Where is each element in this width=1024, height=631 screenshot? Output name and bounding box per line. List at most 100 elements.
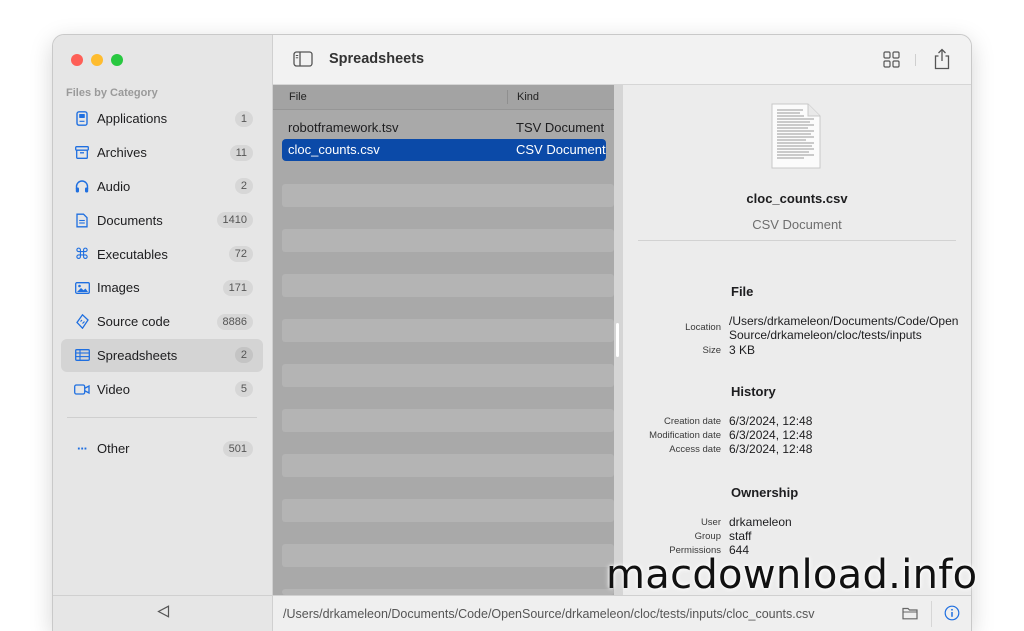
toolbar-separator: [915, 54, 916, 66]
count-badge: 171: [222, 279, 253, 296]
empty-row-stripe: [282, 229, 614, 252]
empty-row-stripe: [282, 184, 614, 207]
count-badge: 1410: [216, 212, 253, 229]
sidebar-item-label: Applications: [97, 111, 168, 127]
count-badge: 5: [234, 381, 253, 398]
location-value: /Users/drkameleon/Documents/Code/OpenSou…: [729, 314, 959, 342]
empty-row-stripe: [282, 544, 614, 567]
access-value: 6/3/2024, 12:48: [729, 442, 813, 456]
empty-row-stripe: [282, 274, 614, 297]
section-title-file: File: [731, 284, 754, 299]
sidebar-item-label: Video: [97, 381, 131, 397]
sidebar-item-audio[interactable]: Audio 2: [61, 170, 263, 204]
file-kind-cell: TSV Document: [516, 119, 605, 135]
sidebar-section-header: Files by Category: [66, 87, 158, 99]
file-name-cell: cloc_counts.csv: [288, 142, 380, 158]
creation-label: Creation date: [663, 416, 721, 427]
location-label: Location: [685, 322, 721, 333]
source-code-icon: [74, 314, 90, 330]
creation-value: 6/3/2024, 12:48: [729, 414, 813, 428]
file-rows: robotframework.tsv TSV Document cloc_cou…: [273, 110, 614, 161]
modification-value: 6/3/2024, 12:48: [729, 428, 813, 442]
file-name-title: cloc_counts.csv: [746, 191, 848, 206]
grid-view-icon[interactable]: [883, 51, 900, 68]
sidebar-item-label: Other: [97, 441, 130, 457]
sidebar-item-label: Executables: [97, 246, 168, 262]
empty-row-stripe: [282, 319, 614, 342]
sidebar-item-spreadsheets[interactable]: Spreadsheets 2: [61, 338, 263, 373]
page-title: Spreadsheets: [329, 51, 425, 67]
count-badge: 2: [234, 178, 253, 195]
user-row: User drkameleon: [623, 515, 971, 529]
group-label: Group: [694, 531, 721, 542]
table-row-selected[interactable]: cloc_counts.csv CSV Document: [282, 138, 606, 161]
empty-row-stripe: [282, 499, 614, 522]
sidebar-divider: [67, 417, 257, 418]
sidebar-item-label: Images: [97, 280, 140, 296]
inspector-divider: [638, 240, 956, 241]
sidebar-item-video[interactable]: Video 5: [61, 372, 263, 406]
category-list: Applications 1 Archives 11 Audio 2 Docum…: [61, 102, 263, 406]
count-badge: 8886: [216, 313, 253, 330]
sidebar-item-images[interactable]: Images 171: [61, 271, 263, 305]
modification-label: Modification date: [649, 430, 721, 441]
count-badge: 501: [222, 440, 253, 457]
file-path: /Users/drkameleon/Documents/Code/OpenSou…: [283, 607, 815, 621]
count-badge: 2: [234, 347, 253, 364]
other-section: ··· Other 501: [61, 432, 263, 466]
table-row[interactable]: robotframework.tsv TSV Document: [282, 116, 606, 139]
sidebar-item-label: Source code: [97, 314, 170, 330]
sidebar-item-label: Audio: [97, 178, 131, 194]
sidebar-item-label: Documents: [97, 212, 163, 228]
headphones-icon: [74, 178, 90, 194]
section-title-ownership: Ownership: [731, 485, 799, 500]
empty-row-stripe: [282, 409, 614, 432]
creation-row: Creation date 6/3/2024, 12:48: [623, 414, 971, 428]
access-row: Access date 6/3/2024, 12:48: [623, 442, 971, 456]
app-window: Files by Category Applications 1 Archive…: [53, 35, 971, 631]
column-header-kind[interactable]: Kind: [508, 91, 539, 103]
file-name-cell: robotframework.tsv: [288, 119, 399, 135]
sidebar: Files by Category Applications 1 Archive…: [53, 35, 273, 631]
share-icon[interactable]: [932, 48, 952, 70]
sidebar-item-executables[interactable]: ⌘ Executables 72: [61, 237, 263, 271]
count-badge: 1: [234, 110, 253, 127]
sidebar-item-source-code[interactable]: Source code 8886: [61, 305, 263, 339]
minimize-button[interactable]: [91, 54, 103, 66]
close-button[interactable]: [71, 54, 83, 66]
ellipsis-icon: ···: [77, 441, 88, 457]
archive-icon: [74, 145, 90, 161]
sidebar-item-applications[interactable]: Applications 1: [61, 102, 263, 136]
photo-icon: [74, 280, 90, 296]
command-icon: ⌘: [74, 245, 90, 263]
sidebar-toggle-icon[interactable]: [293, 51, 313, 67]
path-bar: /Users/drkameleon/Documents/Code/OpenSou…: [273, 595, 971, 631]
watermark-text: macdownload.info: [606, 552, 978, 598]
back-triangle-icon[interactable]: [156, 604, 170, 623]
sidebar-item-label: Archives: [97, 145, 147, 161]
info-icon[interactable]: [944, 605, 960, 621]
table-icon: [74, 347, 90, 363]
count-badge: 72: [228, 246, 253, 263]
size-value: 3 KB: [729, 343, 756, 357]
sidebar-item-label: Spreadsheets: [97, 347, 178, 363]
group-value: staff: [729, 529, 752, 543]
folder-icon[interactable]: [902, 606, 918, 620]
access-label: Access date: [669, 444, 721, 455]
empty-row-stripe: [282, 364, 614, 387]
file-list: File Kind robotframework.tsv TSV Documen…: [273, 85, 614, 595]
app-icon: [74, 111, 90, 127]
split-handle[interactable]: [616, 323, 619, 357]
sidebar-footer: [53, 595, 273, 631]
sidebar-item-documents[interactable]: Documents 1410: [61, 203, 263, 237]
window-controls: [71, 54, 123, 66]
file-kind-subtitle: CSV Document: [752, 217, 842, 232]
size-row: Size 3 KB: [623, 343, 971, 357]
zoom-button[interactable]: [111, 54, 123, 66]
column-header-file[interactable]: File: [273, 90, 508, 104]
location-row: Location /Users/drkameleon/Documents/Cod…: [623, 314, 971, 342]
file-kind-cell: CSV Document: [516, 142, 606, 158]
sidebar-item-archives[interactable]: Archives 11: [61, 136, 263, 170]
user-label: User: [700, 517, 721, 528]
sidebar-item-other[interactable]: ··· Other 501: [61, 432, 263, 466]
